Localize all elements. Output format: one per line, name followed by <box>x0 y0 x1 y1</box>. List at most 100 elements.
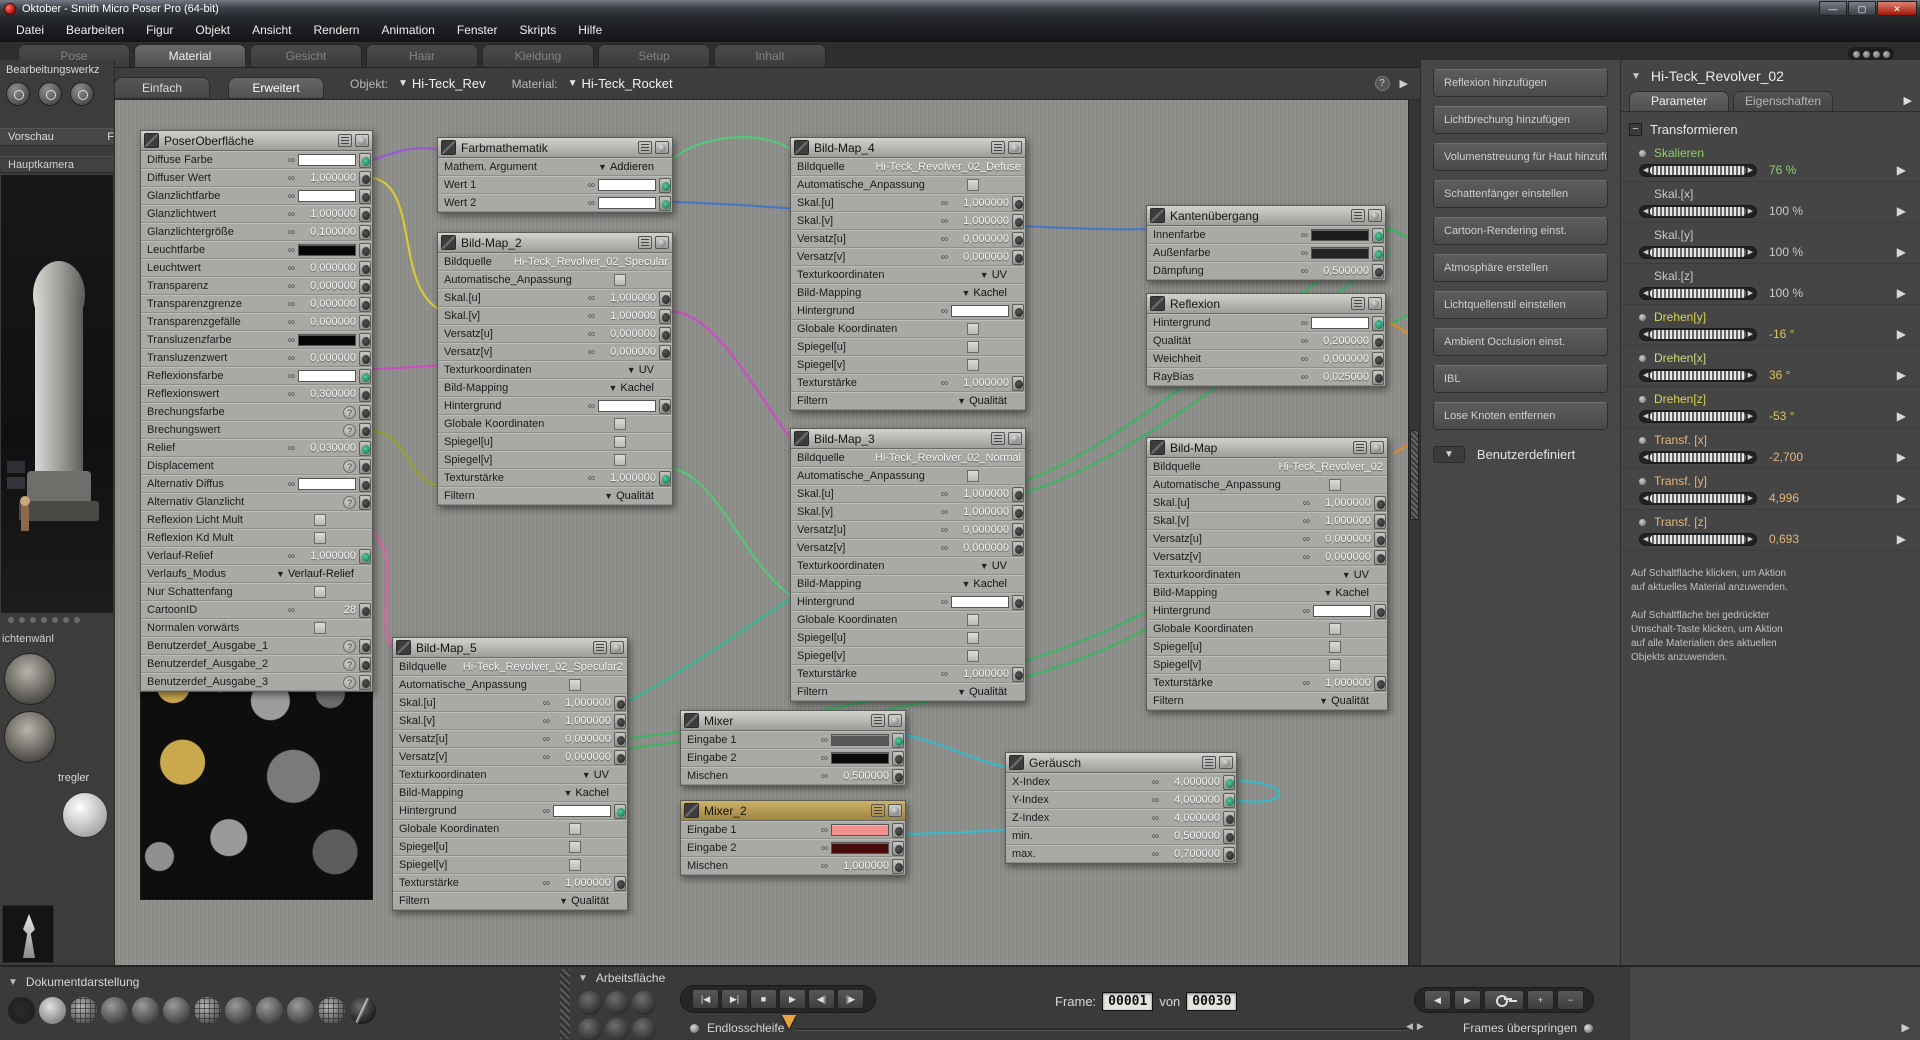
workspace-header[interactable]: ▼ Arbeitsfläche <box>578 971 682 985</box>
output-plug[interactable] <box>892 768 904 784</box>
output-plug[interactable] <box>614 695 626 711</box>
param-value[interactable]: 0,000000 <box>298 262 356 274</box>
link-icon[interactable]: ∞ <box>1301 372 1308 383</box>
checkbox[interactable] <box>1329 479 1341 491</box>
output-plug[interactable] <box>1372 263 1384 279</box>
link-icon[interactable]: ∞ <box>1303 606 1310 617</box>
title-bar[interactable]: Oktober - Smith Micro Poser Pro (64-bit)… <box>0 0 1920 18</box>
menu-objekt[interactable]: Objekt <box>185 20 240 40</box>
node-row[interactable]: Transparenzgefälle ∞ 0,000000 <box>141 313 372 331</box>
node-row[interactable]: Automatische_Anpassung <box>791 467 1025 485</box>
output-plug[interactable] <box>659 326 671 342</box>
link-icon[interactable]: ∞ <box>588 311 595 322</box>
dropdown[interactable]: ▼ Kachel <box>563 787 609 799</box>
color-swatch[interactable] <box>553 805 611 817</box>
tabs-overflow-arrow[interactable]: ▶ <box>1904 94 1912 107</box>
display-style-sphere-5[interactable] <box>132 997 159 1024</box>
node-header[interactable]: PoserOberfläche <box>141 131 372 151</box>
link-icon[interactable]: ∞ <box>821 735 828 746</box>
node-row[interactable]: Transparenz ∞ 0,000000 <box>141 277 372 295</box>
color-swatch[interactable] <box>831 734 889 746</box>
dial-menu-arrow[interactable]: ▶ <box>1897 245 1906 259</box>
node-row[interactable]: Filtern ▼ Qualität <box>791 392 1025 410</box>
question-icon[interactable]: ? <box>343 405 356 419</box>
remove-frame-button[interactable]: − <box>1557 990 1584 1010</box>
node-row[interactable]: Texturstärke ∞ 1,000000 <box>438 469 672 487</box>
dial-increment-icon[interactable]: ▶ <box>1748 535 1753 543</box>
checkbox[interactable] <box>967 359 979 371</box>
timeline-marker[interactable] <box>782 1015 796 1029</box>
node-row[interactable]: Z-Index ∞ 4,000000 <box>1006 809 1236 827</box>
node-geraeusch[interactable]: Geräusch X-Index ∞ 4,000000 Y-Index ∞ 4,000000… <box>1005 752 1237 864</box>
node-row[interactable]: Wert 2 ∞ <box>438 194 672 212</box>
link-icon[interactable]: ∞ <box>288 191 295 202</box>
dial-increment-icon[interactable]: ▶ <box>1748 412 1753 420</box>
node-row[interactable]: Filtern ▼ Qualität <box>438 487 672 505</box>
param-value[interactable]: 0,000000 <box>1313 551 1371 563</box>
link-icon[interactable]: ∞ <box>941 525 948 536</box>
output-plug[interactable] <box>359 314 371 330</box>
node-row[interactable]: Bild-Mapping ▼ Kachel <box>1147 584 1387 602</box>
dropdown[interactable]: ▼ UV <box>980 560 1007 572</box>
node-row[interactable]: Automatische_Anpassung <box>393 676 627 694</box>
link-icon[interactable]: ∞ <box>941 507 948 518</box>
link-icon[interactable]: ∞ <box>941 306 948 317</box>
figure-thumb-1[interactable] <box>4 653 56 705</box>
output-plug[interactable] <box>1012 249 1024 265</box>
workspace-sphere[interactable] <box>578 1018 602 1040</box>
node-row[interactable]: Displacement? <box>141 457 372 475</box>
image-source-value[interactable]: Hi-Teck_Revolver_02 <box>1278 461 1383 473</box>
node-row[interactable]: Eingabe 1 ∞ <box>681 821 905 839</box>
color-swatch[interactable] <box>298 370 356 382</box>
link-icon[interactable]: ∞ <box>588 198 595 209</box>
link-icon[interactable]: ∞ <box>588 180 595 191</box>
first-frame-button[interactable]: |◀ <box>692 989 719 1009</box>
link-icon[interactable]: ∞ <box>588 473 595 484</box>
color-swatch[interactable] <box>831 842 889 854</box>
display-style-sphere-2[interactable] <box>39 997 66 1024</box>
dial-decrement-icon[interactable]: ◀ <box>1643 453 1648 461</box>
link-icon[interactable]: ∞ <box>288 209 295 220</box>
output-plug[interactable] <box>359 368 371 384</box>
menu-skripts[interactable]: Skripts <box>510 20 567 40</box>
node-row[interactable]: Filtern ▼ Qualität <box>791 683 1025 701</box>
node-preview-button[interactable] <box>1219 756 1233 769</box>
dial-menu-arrow[interactable]: ▶ <box>1897 532 1906 546</box>
output-plug[interactable] <box>1372 333 1384 349</box>
node-row[interactable]: Globale Koordinaten <box>438 415 672 433</box>
node-reflexion[interactable]: Reflexion Hintergrund ∞ Qualität ∞ 0,200000 We… <box>1146 293 1386 387</box>
menu-hilfe[interactable]: Hilfe <box>568 20 612 40</box>
timeline-nudge-arrows[interactable]: ◀▶ <box>1406 1021 1428 1032</box>
dial-decrement-icon[interactable]: ◀ <box>1643 494 1648 502</box>
parameter-dial[interactable]: Skal.[y] ◀ ▶ 100 % ▶ <box>1621 223 1920 264</box>
skip-frames-toggle[interactable] <box>1584 1023 1594 1033</box>
node-row[interactable]: Automatische_Anpassung <box>438 271 672 289</box>
link-icon[interactable]: ∞ <box>543 716 550 727</box>
link-icon[interactable]: ∞ <box>941 252 948 263</box>
link-icon[interactable]: ∞ <box>288 173 295 184</box>
node-row[interactable]: Spiegel[v] <box>791 647 1025 665</box>
image-source-value[interactable]: Hi-Teck_Revolver_02_Normal <box>875 452 1021 464</box>
node-mixer_2[interactable]: Mixer_2 Eingabe 1 ∞ Eingabe 2 ∞ Mischen ∞ 1,000… <box>680 800 906 876</box>
expand-arrow-icon[interactable]: ▶ <box>1400 77 1408 90</box>
rotate-tool-icon[interactable] <box>6 82 30 106</box>
tab-kleidung[interactable]: Kleidung <box>482 44 594 67</box>
dropdown[interactable]: ▼ Qualität <box>957 686 1007 698</box>
node-row[interactable]: Texturkoordinaten ▼ UV <box>791 266 1025 284</box>
node-collapse-button[interactable] <box>871 804 885 817</box>
node-row[interactable]: Versatz[v] ∞ 0,000000 <box>438 343 672 361</box>
node-bild-map_3[interactable]: Bild-Map_3 Bildquelle Hi-Teck_Revolver_02_… <box>790 428 1026 702</box>
dial-slider[interactable]: ◀ ▶ <box>1639 409 1757 423</box>
parameter-dial[interactable]: Transf. [z] ◀ ▶ 0,693 ▶ <box>1621 510 1920 551</box>
node-row[interactable]: Glanzlichtwert ∞ 1,000000 <box>141 205 372 223</box>
dial-decrement-icon[interactable]: ◀ <box>1643 289 1648 297</box>
wacro-button[interactable]: Reflexion hinzufügen <box>1433 69 1608 97</box>
dial-value[interactable]: 36 ° <box>1769 368 1833 382</box>
node-row[interactable]: Spiegel[v] <box>1147 656 1387 674</box>
link-icon[interactable]: ∞ <box>543 752 550 763</box>
node-row[interactable]: Texturstärke ∞ 1,000000 <box>1147 674 1387 692</box>
node-row[interactable]: Leuchtwert ∞ 0,000000 <box>141 259 372 277</box>
parameter-dial[interactable]: Skal.[z] ◀ ▶ 100 % ▶ <box>1621 264 1920 305</box>
room-dots-widget[interactable] <box>1848 47 1894 61</box>
node-header[interactable]: Geräusch <box>1006 753 1236 773</box>
